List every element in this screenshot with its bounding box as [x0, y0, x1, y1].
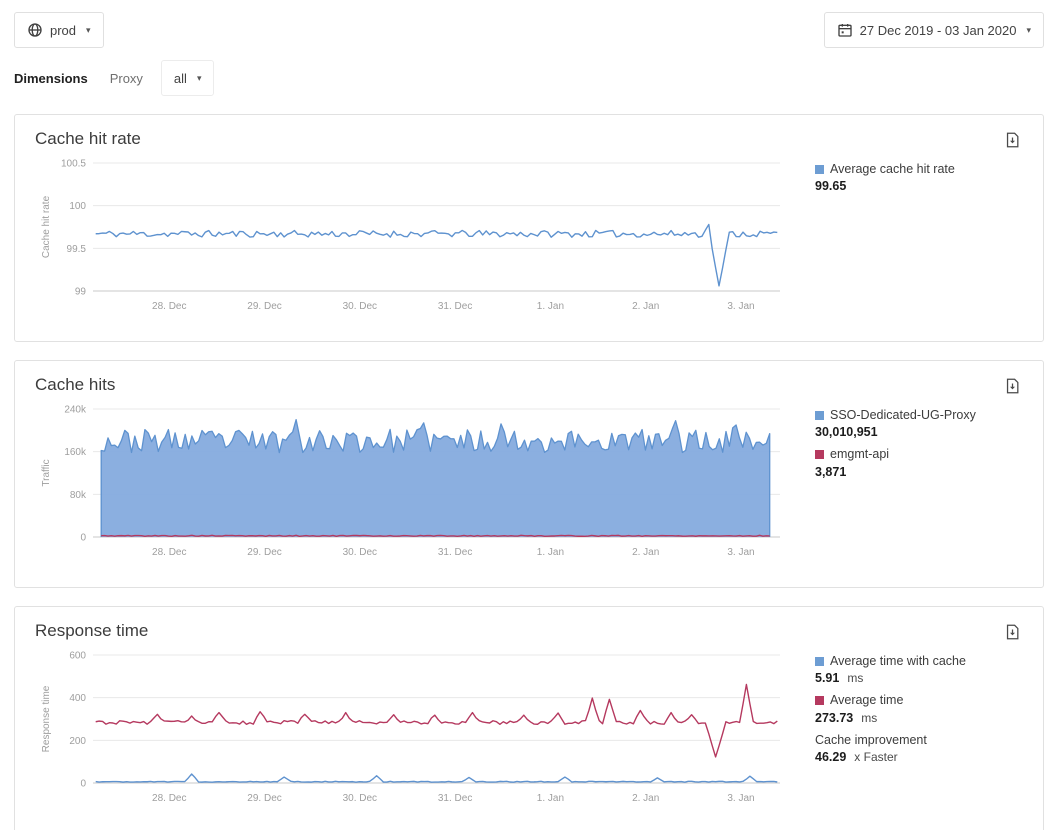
svg-text:240k: 240k: [64, 405, 87, 416]
cache-hits-plot: 0 80k 160k 240k 28. Dec 29. Dec 30. Dec 31. Dec…: [35, 405, 805, 563]
svg-text:0: 0: [80, 533, 86, 544]
legend-label: SSO-Dedicated-UG-Proxy: [830, 407, 976, 423]
legend-value: 46.29x Faster: [815, 750, 1023, 764]
legend-swatch: [815, 165, 824, 174]
cache-hits-chart: 0 80k 160k 240k 28. Dec 29. Dec 30. Dec 31. Dec…: [35, 405, 805, 568]
svg-text:3. Jan: 3. Jan: [727, 547, 754, 558]
dashboard-page: prod ▾ 27 Dec 2019 - 03 Jan 2020 ▾ Dimen…: [0, 0, 1058, 830]
legend-value: 273.73ms: [815, 711, 1023, 725]
date-range-label: 27 Dec 2019 - 03 Jan 2020: [860, 23, 1017, 38]
legend-swatch: [815, 450, 824, 459]
legend-value: 30,010,951: [815, 425, 1023, 439]
chevron-down-icon: ▾: [86, 26, 91, 35]
svg-text:400: 400: [69, 693, 86, 704]
svg-text:2. Jan: 2. Jan: [632, 793, 659, 804]
svg-text:1. Jan: 1. Jan: [537, 547, 564, 558]
globe-icon: [27, 22, 43, 38]
svg-text:28. Dec: 28. Dec: [152, 301, 186, 312]
svg-text:2. Jan: 2. Jan: [632, 301, 659, 312]
svg-text:28. Dec: 28. Dec: [152, 547, 186, 558]
cache-hits-legend: SSO-Dedicated-UG-Proxy 30,010,951 emgmt-ap…: [805, 405, 1023, 486]
svg-text:200: 200: [69, 736, 86, 747]
svg-text:100.5: 100.5: [61, 159, 86, 170]
export-report-button[interactable]: [1002, 129, 1023, 151]
cache-hit-rate-card: Cache hit rate 99 99.5 100 100.5 28. Dec 29. …: [14, 114, 1044, 342]
environment-label: prod: [50, 23, 76, 38]
cache-hit-rate-plot: 99 99.5 100 100.5 28. Dec 29. Dec 30. Dec 31. D…: [35, 159, 805, 317]
legend-label: Average time: [830, 692, 903, 708]
svg-text:31. Dec: 31. Dec: [438, 301, 472, 312]
calendar-icon: [837, 22, 853, 38]
legend-value: 99.65: [815, 179, 1023, 193]
export-report-icon: [1004, 137, 1021, 152]
dimensions-label: Dimensions: [14, 71, 88, 86]
svg-text:31. Dec: 31. Dec: [438, 793, 472, 804]
dimension-value-selector[interactable]: all ▾: [161, 60, 215, 96]
environment-selector[interactable]: prod ▾: [14, 12, 104, 48]
svg-text:28. Dec: 28. Dec: [152, 793, 186, 804]
legend-swatch: [815, 657, 824, 666]
card-title-cache-hit-rate: Cache hit rate: [35, 129, 141, 149]
svg-text:100: 100: [69, 201, 86, 212]
svg-text:Traffic: Traffic: [41, 459, 52, 486]
svg-text:30. Dec: 30. Dec: [343, 793, 377, 804]
svg-text:2. Jan: 2. Jan: [632, 547, 659, 558]
legend-unit: x Faster: [854, 750, 897, 764]
svg-text:Cache hit rate: Cache hit rate: [41, 195, 52, 258]
legend-label: Cache improvement: [815, 732, 927, 748]
legend-item: emgmt-api: [815, 446, 1023, 462]
legend-swatch: [815, 411, 824, 420]
cache-hit-rate-chart: 99 99.5 100 100.5 28. Dec 29. Dec 30. Dec 31. D…: [35, 159, 805, 322]
svg-text:99: 99: [75, 287, 87, 298]
svg-text:1. Jan: 1. Jan: [537, 301, 564, 312]
legend-item: Average cache hit rate: [815, 161, 1023, 177]
svg-text:30. Dec: 30. Dec: [343, 301, 377, 312]
toolbar: prod ▾ 27 Dec 2019 - 03 Jan 2020 ▾: [14, 12, 1044, 48]
chevron-down-icon: ▾: [1026, 26, 1031, 35]
date-range-picker[interactable]: 27 Dec 2019 - 03 Jan 2020 ▾: [824, 12, 1044, 48]
svg-text:600: 600: [69, 651, 86, 662]
legend-label: Average cache hit rate: [830, 161, 955, 177]
dimensions-row: Dimensions Proxy all ▾: [14, 60, 1044, 96]
svg-text:29. Dec: 29. Dec: [247, 301, 281, 312]
svg-text:3. Jan: 3. Jan: [727, 793, 754, 804]
card-title-cache-hits: Cache hits: [35, 375, 115, 395]
response-time-legend: Average time with cache 5.91ms Average tim…: [805, 651, 1023, 771]
legend-value: 5.91ms: [815, 671, 1023, 685]
legend-value: 3,871: [815, 465, 1023, 479]
card-title-response-time: Response time: [35, 621, 148, 641]
dimension-value-label: all: [174, 71, 187, 86]
legend-item: SSO-Dedicated-UG-Proxy: [815, 407, 1023, 423]
legend-label: emgmt-api: [830, 446, 889, 462]
dimension-name-label: Proxy: [110, 71, 143, 86]
export-report-icon: [1004, 383, 1021, 398]
svg-text:29. Dec: 29. Dec: [247, 793, 281, 804]
svg-text:29. Dec: 29. Dec: [247, 547, 281, 558]
cache-hits-card: Cache hits 0 80k 160k 240k 28. Dec 29. Dec 30.…: [14, 360, 1044, 588]
legend-item: Cache improvement: [815, 732, 1023, 748]
svg-text:30. Dec: 30. Dec: [343, 547, 377, 558]
svg-text:160k: 160k: [64, 447, 87, 458]
legend-unit: ms: [861, 711, 877, 725]
legend-unit: ms: [847, 671, 863, 685]
legend-item: Average time: [815, 692, 1023, 708]
response-time-plot: 0 200 400 600 28. Dec 29. Dec 30. Dec 31. Dec 1.…: [35, 651, 805, 809]
chevron-down-icon: ▾: [197, 74, 202, 83]
svg-text:31. Dec: 31. Dec: [438, 547, 472, 558]
legend-label: Average time with cache: [830, 653, 966, 669]
cache-hit-rate-legend: Average cache hit rate 99.65: [805, 159, 1023, 200]
svg-text:1. Jan: 1. Jan: [537, 793, 564, 804]
svg-text:80k: 80k: [70, 490, 87, 501]
response-time-card: Response time 0 200 400 600 28. Dec 29. Dec 30…: [14, 606, 1044, 830]
export-report-icon: [1004, 629, 1021, 644]
svg-text:0: 0: [80, 779, 86, 790]
svg-text:99.5: 99.5: [67, 244, 87, 255]
legend-swatch: [815, 696, 824, 705]
export-report-button[interactable]: [1002, 375, 1023, 397]
svg-text:3. Jan: 3. Jan: [727, 301, 754, 312]
export-report-button[interactable]: [1002, 621, 1023, 643]
legend-item: Average time with cache: [815, 653, 1023, 669]
response-time-chart: 0 200 400 600 28. Dec 29. Dec 30. Dec 31. Dec 1.…: [35, 651, 805, 814]
svg-text:Response time: Response time: [41, 685, 52, 752]
